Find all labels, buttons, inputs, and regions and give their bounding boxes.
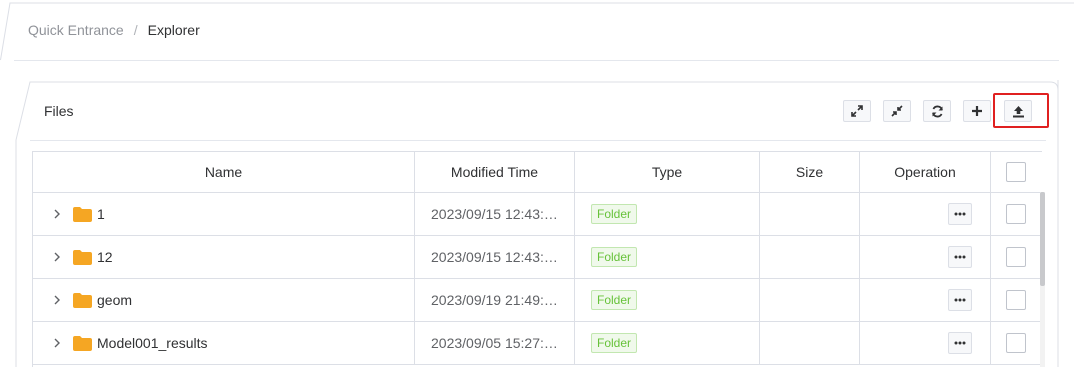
ellipsis-icon xyxy=(954,255,966,259)
expand-all-button[interactable] xyxy=(843,100,871,122)
select-all-checkbox[interactable] xyxy=(1006,162,1026,182)
expand-arrows-icon xyxy=(851,105,863,117)
card-title: Files xyxy=(44,103,74,119)
chevron-right-icon[interactable] xyxy=(53,209,63,219)
row-checkbox[interactable] xyxy=(1006,333,1026,353)
collapse-arrows-icon xyxy=(891,105,903,117)
table-row[interactable]: 1 2023/09/15 12:43:… Folder xyxy=(33,193,1041,236)
ellipsis-icon xyxy=(954,212,966,216)
modified-time-cell: 2023/09/15 12:43:… xyxy=(415,236,575,278)
size-cell xyxy=(760,193,860,235)
column-header-name[interactable]: Name xyxy=(33,152,415,192)
file-name[interactable]: Model001_results xyxy=(97,335,208,351)
scrollbar-thumb[interactable] xyxy=(1040,192,1045,286)
folder-icon xyxy=(73,249,92,265)
table-row[interactable]: geom 2023/09/19 21:49:… Folder xyxy=(33,279,1041,322)
type-cell: Folder xyxy=(575,322,760,364)
size-cell xyxy=(760,279,860,321)
more-options-button[interactable] xyxy=(948,289,972,311)
refresh-button[interactable] xyxy=(923,100,951,122)
breadcrumb: Quick Entrance / Explorer xyxy=(28,22,200,38)
checkbox-cell xyxy=(991,193,1041,235)
card-divider xyxy=(30,140,1046,141)
upload-button[interactable] xyxy=(1004,100,1032,122)
chevron-right-icon[interactable] xyxy=(53,338,63,348)
modified-time: 2023/09/19 21:49:… xyxy=(431,292,558,308)
name-cell: geom xyxy=(33,279,415,321)
chevron-right-icon[interactable] xyxy=(53,252,63,262)
ellipsis-icon xyxy=(954,341,966,345)
chevron-right-icon[interactable] xyxy=(53,295,63,305)
type-cell: Folder xyxy=(575,236,760,278)
upload-icon xyxy=(1012,105,1024,117)
type-badge: Folder xyxy=(591,204,638,224)
modified-time: 2023/09/15 12:43:… xyxy=(431,249,558,265)
modified-time: 2023/09/15 12:43:… xyxy=(431,206,558,222)
column-header-operation: Operation xyxy=(860,152,991,192)
type-badge: Folder xyxy=(591,290,638,310)
row-checkbox[interactable] xyxy=(1006,247,1026,267)
header-divider xyxy=(14,60,1059,61)
column-header-size[interactable]: Size xyxy=(760,152,860,192)
folder-icon xyxy=(73,206,92,222)
modified-time-cell: 2023/09/19 21:49:… xyxy=(415,279,575,321)
size-cell xyxy=(760,322,860,364)
column-header-modified-time[interactable]: Modified Time xyxy=(415,152,575,192)
folder-icon xyxy=(73,335,92,351)
column-header-checkbox xyxy=(991,152,1041,192)
modified-time-cell: 2023/09/15 12:43:… xyxy=(415,193,575,235)
modified-time: 2023/09/05 15:27:… xyxy=(431,335,558,351)
row-checkbox[interactable] xyxy=(1006,204,1026,224)
operation-cell xyxy=(860,236,991,278)
collapse-all-button[interactable] xyxy=(883,100,911,122)
table-row[interactable]: Model001_results 2023/09/05 15:27:… Fold… xyxy=(33,322,1041,365)
refresh-icon xyxy=(931,105,943,117)
file-name[interactable]: 12 xyxy=(97,249,113,265)
operation-cell xyxy=(860,193,991,235)
type-cell: Folder xyxy=(575,279,760,321)
type-cell: Folder xyxy=(575,193,760,235)
plus-icon xyxy=(972,106,982,116)
folder-icon xyxy=(73,292,92,308)
file-name[interactable]: 1 xyxy=(97,206,105,222)
name-cell: Model001_results xyxy=(33,322,415,364)
breadcrumb-quick-entrance[interactable]: Quick Entrance xyxy=(28,22,124,38)
more-options-button[interactable] xyxy=(948,332,972,354)
modified-time-cell: 2023/09/05 15:27:… xyxy=(415,322,575,364)
checkbox-cell xyxy=(991,279,1041,321)
add-button[interactable] xyxy=(963,100,991,122)
ellipsis-icon xyxy=(954,298,966,302)
operation-cell xyxy=(860,279,991,321)
table-header-row: Name Modified Time Type Size Operation xyxy=(33,152,1041,193)
type-badge: Folder xyxy=(591,333,638,353)
row-checkbox[interactable] xyxy=(1006,290,1026,310)
checkbox-cell xyxy=(991,322,1041,364)
name-cell: 1 xyxy=(33,193,415,235)
more-options-button[interactable] xyxy=(948,246,972,268)
name-cell: 12 xyxy=(33,236,415,278)
file-name[interactable]: geom xyxy=(97,292,132,308)
column-header-type[interactable]: Type xyxy=(575,152,760,192)
type-badge: Folder xyxy=(591,247,638,267)
breadcrumb-explorer: Explorer xyxy=(147,22,200,38)
more-options-button[interactable] xyxy=(948,203,972,225)
files-table: Name Modified Time Type Size Operation 1… xyxy=(32,151,1042,367)
table-row[interactable]: 12 2023/09/15 12:43:… Folder xyxy=(33,236,1041,279)
operation-cell xyxy=(860,322,991,364)
checkbox-cell xyxy=(991,236,1041,278)
breadcrumb-separator: / xyxy=(133,22,138,38)
size-cell xyxy=(760,236,860,278)
